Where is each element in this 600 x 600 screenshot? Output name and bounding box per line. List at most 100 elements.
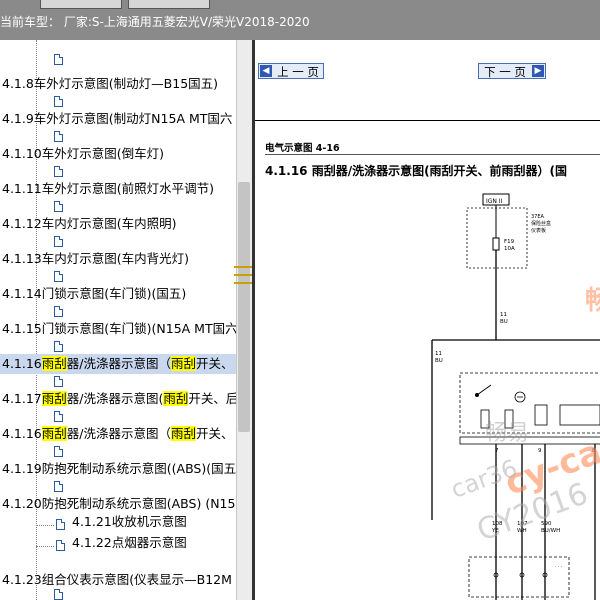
document-icon[interactable] <box>54 589 63 600</box>
tree-item-label[interactable]: 4.1.13车内灯示意图(车内背光灯) <box>2 251 189 267</box>
tree-item[interactable]: 4.1.8车外灯示意图(制动灯—B15国五) <box>0 76 236 100</box>
document-tree: 4.1.8车外灯示意图(制动灯—B15国五) 4.1.9车外灯示意图(制动灯N1… <box>0 40 236 600</box>
wire-color: BU/WH <box>541 528 560 534</box>
tree-item[interactable]: 4.1.16雨刮器/洗涤器示意图（雨刮开关、 <box>0 426 236 450</box>
wire-number: 590 <box>541 521 552 527</box>
svg-text:· · ·: · · · <box>555 565 562 570</box>
diagram-title: 4.1.16 雨刮器/洗涤器示意图(雨刮开关、前雨刮器）(国 <box>265 164 568 178</box>
tree-item-label[interactable]: 4.1.16雨刮器/洗涤器示意图（雨刮开关、 <box>2 426 234 442</box>
wire-color: YE <box>491 528 499 534</box>
search-highlight: 雨刮 <box>41 426 67 441</box>
label-part: 4.1.16 <box>2 426 42 441</box>
document-icon[interactable] <box>54 411 63 422</box>
pin-number: 9 <box>538 448 542 454</box>
fuse-name: F19 <box>504 239 515 245</box>
document-icon[interactable] <box>54 131 63 142</box>
fuse-desc-3: 仪表板 <box>531 227 546 234</box>
wire-number: 107 <box>517 521 528 527</box>
ign-label: IGN II <box>486 198 503 205</box>
tree-item-label[interactable]: 4.1.22点烟器示意图 <box>72 535 187 551</box>
tree-item[interactable]: 4.1.23组合仪表示意图(仪表显示—B12M <box>0 572 236 596</box>
tree-item[interactable]: 4.1.10车外灯示意图(倒车灯) <box>0 146 236 170</box>
toolbar-tab-2[interactable] <box>128 0 210 9</box>
tree-item-label[interactable]: 4.1.9车外灯示意图(制动灯N15A MT国六 <box>2 111 232 127</box>
connector-bar <box>459 436 600 445</box>
tree-item[interactable]: 4.1.14门锁示意图(车门锁)(国五) <box>0 286 236 310</box>
wire-color: BU <box>500 319 508 325</box>
fuse-amp: 10A <box>504 246 515 252</box>
tree-item-label[interactable]: 4.1.20防抱死制动系统示意图(ABS) (N15 <box>2 496 235 512</box>
document-icon[interactable] <box>54 481 63 492</box>
header-rule <box>265 154 600 155</box>
tree-item-label[interactable]: 4.1.15门锁示意图(车门锁)(N15A MT国六 <box>2 321 236 337</box>
tree-item-label[interactable]: 4.1.17雨刮器/洗涤器示意图(雨刮开关、后 <box>2 391 236 407</box>
document-icon[interactable] <box>54 54 63 65</box>
tree-item[interactable]: 4.1.22点烟器示意图 <box>0 535 236 559</box>
wire-number: 11 <box>500 312 507 318</box>
toolbar-tab-1[interactable] <box>40 0 122 9</box>
document-icon[interactable] <box>54 236 63 247</box>
page-nav-bar: ◀ 上 一 页 下 一 页 ▶ <box>255 40 600 121</box>
scrollbar-thumb[interactable] <box>238 182 250 432</box>
label-part: 器/洗涤器示意图( <box>66 391 164 406</box>
arrow-right-icon: ▶ <box>532 65 544 77</box>
document-icon[interactable] <box>54 201 63 212</box>
search-highlight: 雨刮 <box>171 356 197 371</box>
document-icon[interactable] <box>54 376 63 387</box>
tree-item-label[interactable]: 4.1.19防抱死制动系统示意图((ABS)(国五 <box>2 461 236 477</box>
title-bar: 当前车型： 厂家:S-上海通用五菱宏光V/荣光V2018-2020 <box>0 0 600 40</box>
label-part: 开关、后 <box>188 391 236 406</box>
document-icon[interactable] <box>54 166 63 177</box>
document-icon[interactable] <box>54 306 63 317</box>
tree-item-label[interactable]: 4.1.16雨刮器/洗涤器示意图（雨刮开关、 <box>2 356 234 372</box>
next-page-button[interactable]: 下 一 页 ▶ <box>478 63 546 79</box>
wire-color: BU <box>435 358 443 364</box>
tree-item-label[interactable]: 4.1.12车内灯示意图(车内照明) <box>2 216 177 232</box>
label-part: 器/洗涤器示意图（ <box>66 356 171 371</box>
search-highlight: 雨刮 <box>41 391 67 406</box>
search-highlight: 雨刮 <box>41 356 67 371</box>
splitter-grip[interactable] <box>234 274 252 276</box>
washer-box <box>468 556 570 598</box>
fuse-desc-2: 保险丝盒 <box>531 220 551 227</box>
document-icon[interactable] <box>54 96 63 107</box>
wiring-diagram: IGN II 37EA 保险丝盒 仪表板 F19 10A 11 BU 11 BU… <box>431 193 600 600</box>
tree-item[interactable]: 4.1.17雨刮器/洗涤器示意图(雨刮开关、后 <box>0 391 236 415</box>
next-page-label: 下 一 页 <box>484 65 526 79</box>
wire-number: 11 <box>435 351 442 357</box>
tree-item-label[interactable]: 4.1.21收放机示意图 <box>72 514 187 530</box>
label-part: 4.1.16 <box>2 356 42 371</box>
tree-item-label[interactable]: 4.1.10车外灯示意图(倒车灯) <box>2 146 164 162</box>
prev-page-label: 上 一 页 <box>277 65 319 79</box>
document-icon[interactable] <box>54 271 63 282</box>
tree-item[interactable]: 4.1.19防抱死制动系统示意图((ABS)(国五 <box>0 461 236 485</box>
prev-page-button[interactable]: ◀ 上 一 页 <box>258 63 324 79</box>
current-vehicle-label: 当前车型： 厂家:S-上海通用五菱宏光V/荣光V2018-2020 <box>0 15 310 29</box>
tree-item-selected[interactable]: 4.1.16雨刮器/洗涤器示意图（雨刮开关、 <box>0 354 236 374</box>
tree-item-label[interactable]: 4.1.11车外灯示意图(前照灯水平调节) <box>2 181 214 197</box>
tree-item[interactable]: 4.1.12车内灯示意图(车内照明) <box>0 216 236 240</box>
tree-item[interactable]: 4.1.15门锁示意图(车门锁)(N15A MT国六 <box>0 321 236 345</box>
arrow-left-icon: ◀ <box>260 65 272 77</box>
fuse-desc-1: 37EA <box>531 214 545 220</box>
tree-item-label[interactable]: 4.1.14门锁示意图(车门锁)(国五) <box>2 286 186 302</box>
wire-color: WH <box>517 528 527 534</box>
tree-item[interactable]: 4.1.13车内灯示意图(车内背光灯) <box>0 251 236 275</box>
label-part: 器/洗涤器示意图（ <box>66 426 171 441</box>
tree-item-label[interactable]: 4.1.8车外灯示意图(制动灯—B15国五) <box>2 76 218 92</box>
label-part: 开关、 <box>196 356 234 371</box>
tree-item[interactable]: 4.1.9车外灯示意图(制动灯N15A MT国六 <box>0 111 236 135</box>
tree-item-label[interactable]: 4.1.23组合仪表示意图(仪表显示—B12M <box>2 572 232 588</box>
label-part: 开关、 <box>196 426 234 441</box>
tree-item[interactable]: 4.1.11车外灯示意图(前照灯水平调节) <box>0 181 236 205</box>
label-part: 4.1.17 <box>2 391 42 406</box>
wire-number: 108 <box>492 521 503 527</box>
splitter-grip[interactable] <box>234 266 252 268</box>
search-highlight: 雨刮 <box>163 391 189 406</box>
splitter-grip[interactable] <box>234 282 252 284</box>
document-viewer: ◀ 上 一 页 下 一 页 ▶ 电气示意图 4-16 4.1.16 雨刮器/洗涤… <box>255 40 600 600</box>
search-highlight: 雨刮 <box>171 426 197 441</box>
document-icon[interactable] <box>54 341 63 352</box>
document-icon[interactable] <box>54 446 63 457</box>
section-header: 电气示意图 4-16 <box>265 143 340 154</box>
